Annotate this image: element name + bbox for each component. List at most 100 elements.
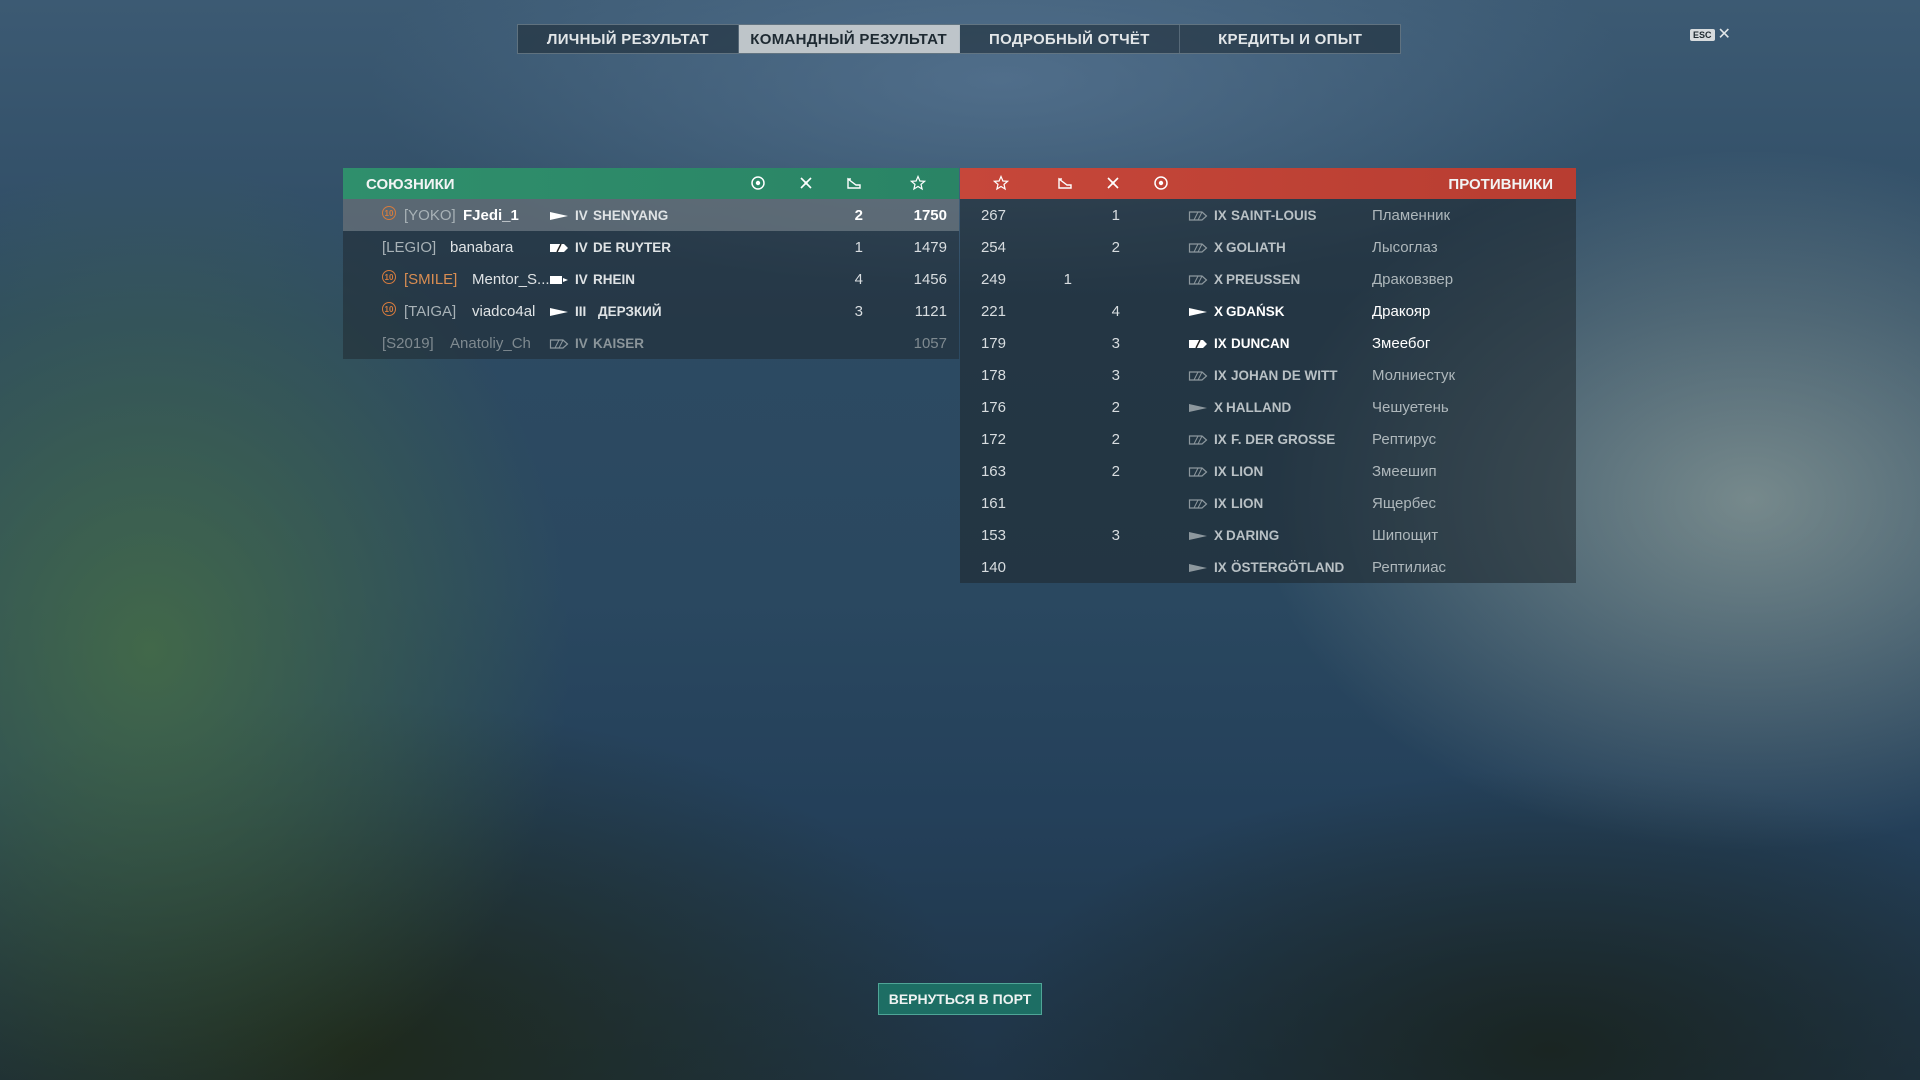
kills-count: 2 [1111, 399, 1120, 416]
battleship-icon [1188, 211, 1208, 221]
ship-type-icon [1188, 337, 1208, 349]
enemy-row[interactable]: 249 1 X PREUSSEN Драковзвер [960, 263, 1576, 295]
achievement-icon[interactable] [749, 174, 767, 192]
ship-name: GDAŃSK [1226, 304, 1285, 319]
tab-team-result[interactable]: КОМАНДНЫЙ РЕЗУЛЬТАТ [738, 25, 960, 53]
tab-credits-xp[interactable]: КРЕДИТЫ И ОПЫТ [1180, 25, 1400, 53]
frags-icon[interactable] [797, 174, 815, 192]
results-tabs: ЛИЧНЫЙ РЕЗУЛЬТАТ КОМАНДНЫЙ РЕЗУЛЬТАТ ПОД… [517, 24, 1401, 54]
enemy-row[interactable]: 267 1 IX SAINT-LOUIS Пламенник [960, 199, 1576, 231]
ship-tier: IX [1214, 208, 1227, 223]
ship-name: DUNCAN [1231, 336, 1290, 351]
score-value: 161 [980, 495, 1006, 512]
score-value: 163 [980, 463, 1006, 480]
clan-tag: [YOKO] [404, 207, 456, 224]
ship-tier: III [575, 304, 587, 319]
enemy-row[interactable]: 179 3 IX DUNCAN Змеебог [960, 327, 1576, 359]
score-value: 221 [980, 303, 1006, 320]
score-value: 153 [980, 527, 1006, 544]
enemy-row[interactable]: 140 IX ÖSTERGÖTLAND Рептилиас [960, 551, 1576, 583]
ship-type-icon [1188, 305, 1208, 317]
score-value: 178 [980, 367, 1006, 384]
score-value: 176 [980, 399, 1006, 416]
planes-icon[interactable] [845, 174, 863, 192]
battleship-icon [1188, 467, 1208, 477]
ally-row[interactable]: [LEGIO] banabara IV DE RUYTER 1 1479 [343, 231, 959, 263]
ship-name: SHENYANG [593, 208, 669, 223]
battleship-icon [549, 339, 569, 349]
battleship-icon [1188, 499, 1208, 509]
rank-badge-icon: 10 [382, 302, 396, 316]
kills-count: 3 [1111, 335, 1120, 352]
ship-type-icon [1188, 561, 1208, 573]
planes-count: 1 [1063, 271, 1072, 288]
player-name: viadco4al [472, 303, 536, 320]
player-name: Дракояр [1372, 303, 1431, 320]
cruiser-icon [550, 243, 568, 253]
ship-name: DARING [1226, 528, 1280, 543]
return-to-port-button[interactable]: ВЕРНУТЬСЯ В ПОРТ [878, 983, 1042, 1015]
destroyer-icon [1189, 532, 1207, 540]
rank-badge-icon: 10 [382, 270, 396, 284]
ship-tier: IV [575, 272, 588, 287]
star-icon[interactable] [909, 174, 927, 192]
kills-count: 1 [1111, 207, 1120, 224]
allies-title: СОЮЗНИКИ [366, 176, 455, 193]
achievement-icon[interactable] [1152, 174, 1170, 192]
score-value: 267 [980, 207, 1006, 224]
enemy-row[interactable]: 178 3 IX JOHAN DE WITT Молниестук [960, 359, 1576, 391]
battleship-icon [1188, 371, 1208, 381]
score-value: 179 [980, 335, 1006, 352]
close-button[interactable]: ESC ✕ [1690, 27, 1731, 43]
enemy-row[interactable]: 221 4 X GDAŃSK Дракояр [960, 295, 1576, 327]
kills-count: 3 [1111, 367, 1120, 384]
frags-icon[interactable] [1104, 174, 1122, 192]
star-icon[interactable] [992, 174, 1010, 192]
clan-tag: [LEGIO] [382, 239, 437, 256]
player-name: Змеешип [1372, 463, 1437, 480]
ship-name: KAISER [593, 336, 645, 351]
ally-row[interactable]: [S2019] Anatoliy_Ch IV KAISER 1057 [343, 327, 959, 359]
score-value: 1456 [913, 271, 947, 288]
player-name: Ящербес [1372, 495, 1436, 512]
ship-tier: IV [575, 240, 588, 255]
ship-tier: IX [1214, 368, 1227, 383]
enemy-row[interactable]: 163 2 IX LION Змеешип [960, 455, 1576, 487]
ship-type-icon [1188, 273, 1208, 285]
ship-type-icon [1188, 241, 1208, 253]
enemy-row[interactable]: 153 3 X DARING Шипощит [960, 519, 1576, 551]
ally-row[interactable]: 10 [SMILE] Mentor_S... IV RHEIN 4 1456 [343, 263, 959, 295]
enemy-row[interactable]: 254 2 X GOLIATH Лысоглаз [960, 231, 1576, 263]
tab-personal-result[interactable]: ЛИЧНЫЙ РЕЗУЛЬТАТ [518, 25, 739, 53]
kills-count: 2 [1111, 463, 1120, 480]
ship-tier: X [1214, 240, 1224, 255]
ally-row[interactable]: 10 [TAIGA] viadco4al III ДЕРЗКИЙ 3 1121 [343, 295, 959, 327]
destroyer-icon [550, 212, 568, 220]
tab-detailed-report[interactable]: ПОДРОБНЫЙ ОТЧЁТ [960, 25, 1181, 53]
player-name: Пламенник [1372, 207, 1451, 224]
score-value: 1479 [913, 239, 947, 256]
player-name: Anatoliy_Ch [450, 335, 531, 352]
battleship-icon [1188, 275, 1208, 285]
ship-name: JOHAN DE WITT [1231, 368, 1338, 383]
ship-tier: X [1214, 528, 1224, 543]
kills-count: 2 [1111, 431, 1120, 448]
ship-tier: IX [1214, 336, 1227, 351]
planes-icon[interactable] [1056, 174, 1074, 192]
ship-type-icon [549, 337, 569, 349]
player-name: Рептилиас [1372, 559, 1447, 576]
ally-row[interactable]: 10 [YOKO] FJedi_1 IV SHENYANG 2 1750 [343, 199, 959, 231]
score-value: 1057 [913, 335, 947, 352]
enemy-row[interactable]: 172 2 IX F. DER GROSSE Рептирус [960, 423, 1576, 455]
enemies-header: ПРОТИВНИКИ [960, 168, 1576, 199]
player-name: Шипощит [1372, 527, 1439, 544]
battleship-icon [1188, 435, 1208, 445]
score-value: 254 [980, 239, 1006, 256]
ship-name: SAINT-LOUIS [1231, 208, 1317, 223]
allies-panel: СОЮЗНИКИ 10 [YOKO] FJedi_1 IV SHENYANG 2 1750 [… [343, 168, 959, 359]
ship-tier: IX [1214, 496, 1227, 511]
enemy-row[interactable]: 161 IX LION Ящербес [960, 487, 1576, 519]
player-name: Молниестук [1372, 367, 1456, 384]
ship-tier: IX [1214, 464, 1227, 479]
enemy-row[interactable]: 176 2 X HALLAND Чешуетень [960, 391, 1576, 423]
